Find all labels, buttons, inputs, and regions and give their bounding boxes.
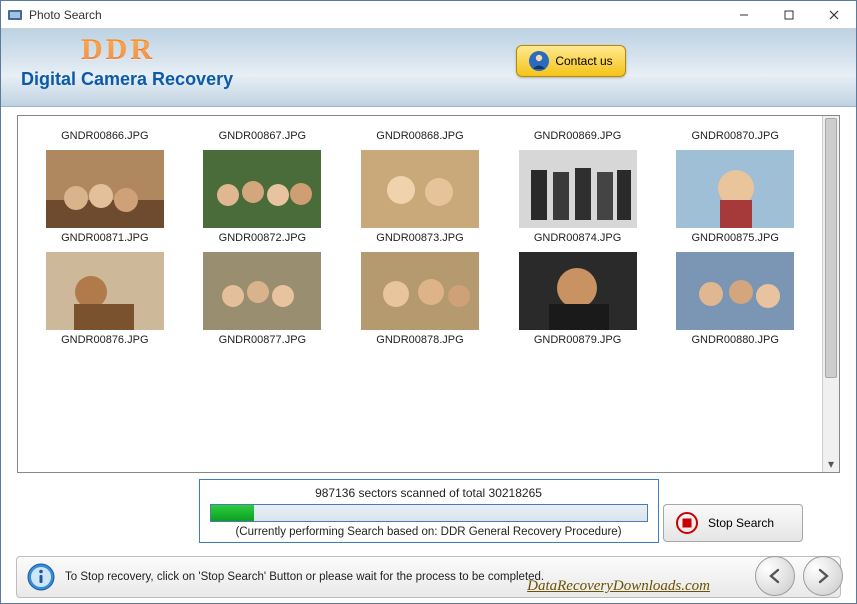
thumb-cell[interactable]: GNDR00867.JPG <box>187 122 337 142</box>
thumb-label: GNDR00874.JPG <box>503 232 653 244</box>
scrollbar-thumb[interactable] <box>825 118 837 378</box>
thumb-row: GNDR00866.JPG GNDR00867.JPG GNDR00868.JP… <box>26 122 814 142</box>
footer-hint-text: To Stop recovery, click on 'Stop Search'… <box>65 571 544 583</box>
thumb-row: GNDR00871.JPG GNDR00872.JPG GNDR00873.JP… <box>26 150 814 244</box>
photo-thumbnail <box>676 150 794 228</box>
thumb-label: GNDR00880.JPG <box>660 334 810 346</box>
site-link[interactable]: DataRecoveryDownloads.com <box>527 578 710 595</box>
thumb-cell[interactable]: GNDR00876.JPG <box>30 252 180 346</box>
thumb-cell[interactable]: GNDR00872.JPG <box>187 150 337 244</box>
photo-thumbnail <box>203 252 321 330</box>
thumb-cell[interactable]: GNDR00869.JPG <box>503 122 653 142</box>
progress-bar <box>210 504 648 522</box>
thumb-label: GNDR00867.JPG <box>187 130 337 142</box>
thumb-label: GNDR00872.JPG <box>187 232 337 244</box>
thumb-cell[interactable]: GNDR00878.JPG <box>345 252 495 346</box>
photo-thumbnail <box>361 150 479 228</box>
thumb-label: GNDR00873.JPG <box>345 232 495 244</box>
titlebar: Photo Search <box>1 1 856 29</box>
progress-status-text: 987136 sectors scanned of total 30218265 <box>210 486 648 500</box>
thumb-cell[interactable]: GNDR00870.JPG <box>660 122 810 142</box>
close-button[interactable] <box>811 1 856 29</box>
maximize-button[interactable] <box>766 1 811 29</box>
thumb-row: GNDR00876.JPG GNDR00877.JPG GNDR00878.JP… <box>26 252 814 346</box>
minimize-button[interactable] <box>721 1 766 29</box>
scroll-down-icon[interactable]: ▾ <box>823 455 839 472</box>
logo-text: DDR <box>81 33 836 67</box>
thumb-cell[interactable]: GNDR00866.JPG <box>30 122 180 142</box>
progress-panel: 987136 sectors scanned of total 30218265… <box>199 479 659 543</box>
stop-icon <box>676 512 698 534</box>
scrollbar[interactable]: ▾ <box>822 116 839 472</box>
contact-us-button[interactable]: Contact us <box>516 45 626 77</box>
app-icon <box>7 7 23 23</box>
prev-button[interactable] <box>755 556 795 596</box>
next-button[interactable] <box>803 556 843 596</box>
thumb-label: GNDR00871.JPG <box>30 232 180 244</box>
header-banner: DDR Digital Camera Recovery Contact us <box>1 29 856 107</box>
stop-search-label: Stop Search <box>708 516 774 530</box>
photo-thumbnail <box>519 252 637 330</box>
photo-thumbnail <box>676 252 794 330</box>
stop-search-button[interactable]: Stop Search <box>663 504 803 542</box>
thumb-label: GNDR00870.JPG <box>660 130 810 142</box>
photo-thumbnail <box>203 150 321 228</box>
thumb-cell[interactable]: GNDR00871.JPG <box>30 150 180 244</box>
thumb-label: GNDR00879.JPG <box>503 334 653 346</box>
arrow-left-icon <box>766 567 784 585</box>
thumb-cell[interactable]: GNDR00873.JPG <box>345 150 495 244</box>
photo-thumbnail <box>519 150 637 228</box>
thumb-label: GNDR00866.JPG <box>30 130 180 142</box>
photo-thumbnail <box>361 252 479 330</box>
contact-us-label: Contact us <box>555 54 612 68</box>
thumb-cell[interactable]: GNDR00879.JPG <box>503 252 653 346</box>
content-area: GNDR00866.JPG GNDR00867.JPG GNDR00868.JP… <box>1 107 856 543</box>
thumb-label: GNDR00869.JPG <box>503 130 653 142</box>
window-title: Photo Search <box>29 8 721 22</box>
progress-subtext: (Currently performing Search based on: D… <box>210 526 648 538</box>
thumb-cell[interactable]: GNDR00880.JPG <box>660 252 810 346</box>
photo-thumbnail <box>46 252 164 330</box>
thumb-label: GNDR00876.JPG <box>30 334 180 346</box>
thumb-label: GNDR00875.JPG <box>660 232 810 244</box>
arrow-right-icon <box>814 567 832 585</box>
thumbnail-panel: GNDR00866.JPG GNDR00867.JPG GNDR00868.JP… <box>17 115 840 473</box>
info-icon <box>27 563 55 591</box>
thumb-cell[interactable]: GNDR00875.JPG <box>660 150 810 244</box>
photo-thumbnail <box>46 150 164 228</box>
thumb-label: GNDR00878.JPG <box>345 334 495 346</box>
thumb-cell[interactable]: GNDR00877.JPG <box>187 252 337 346</box>
person-icon <box>529 51 549 71</box>
footer-hint-bar: To Stop recovery, click on 'Stop Search'… <box>16 556 841 598</box>
app-subtitle: Digital Camera Recovery <box>21 69 836 90</box>
thumb-label: GNDR00868.JPG <box>345 130 495 142</box>
thumb-label: GNDR00877.JPG <box>187 334 337 346</box>
thumb-cell[interactable]: GNDR00874.JPG <box>503 150 653 244</box>
thumb-cell[interactable]: GNDR00868.JPG <box>345 122 495 142</box>
progress-fill <box>211 505 255 521</box>
